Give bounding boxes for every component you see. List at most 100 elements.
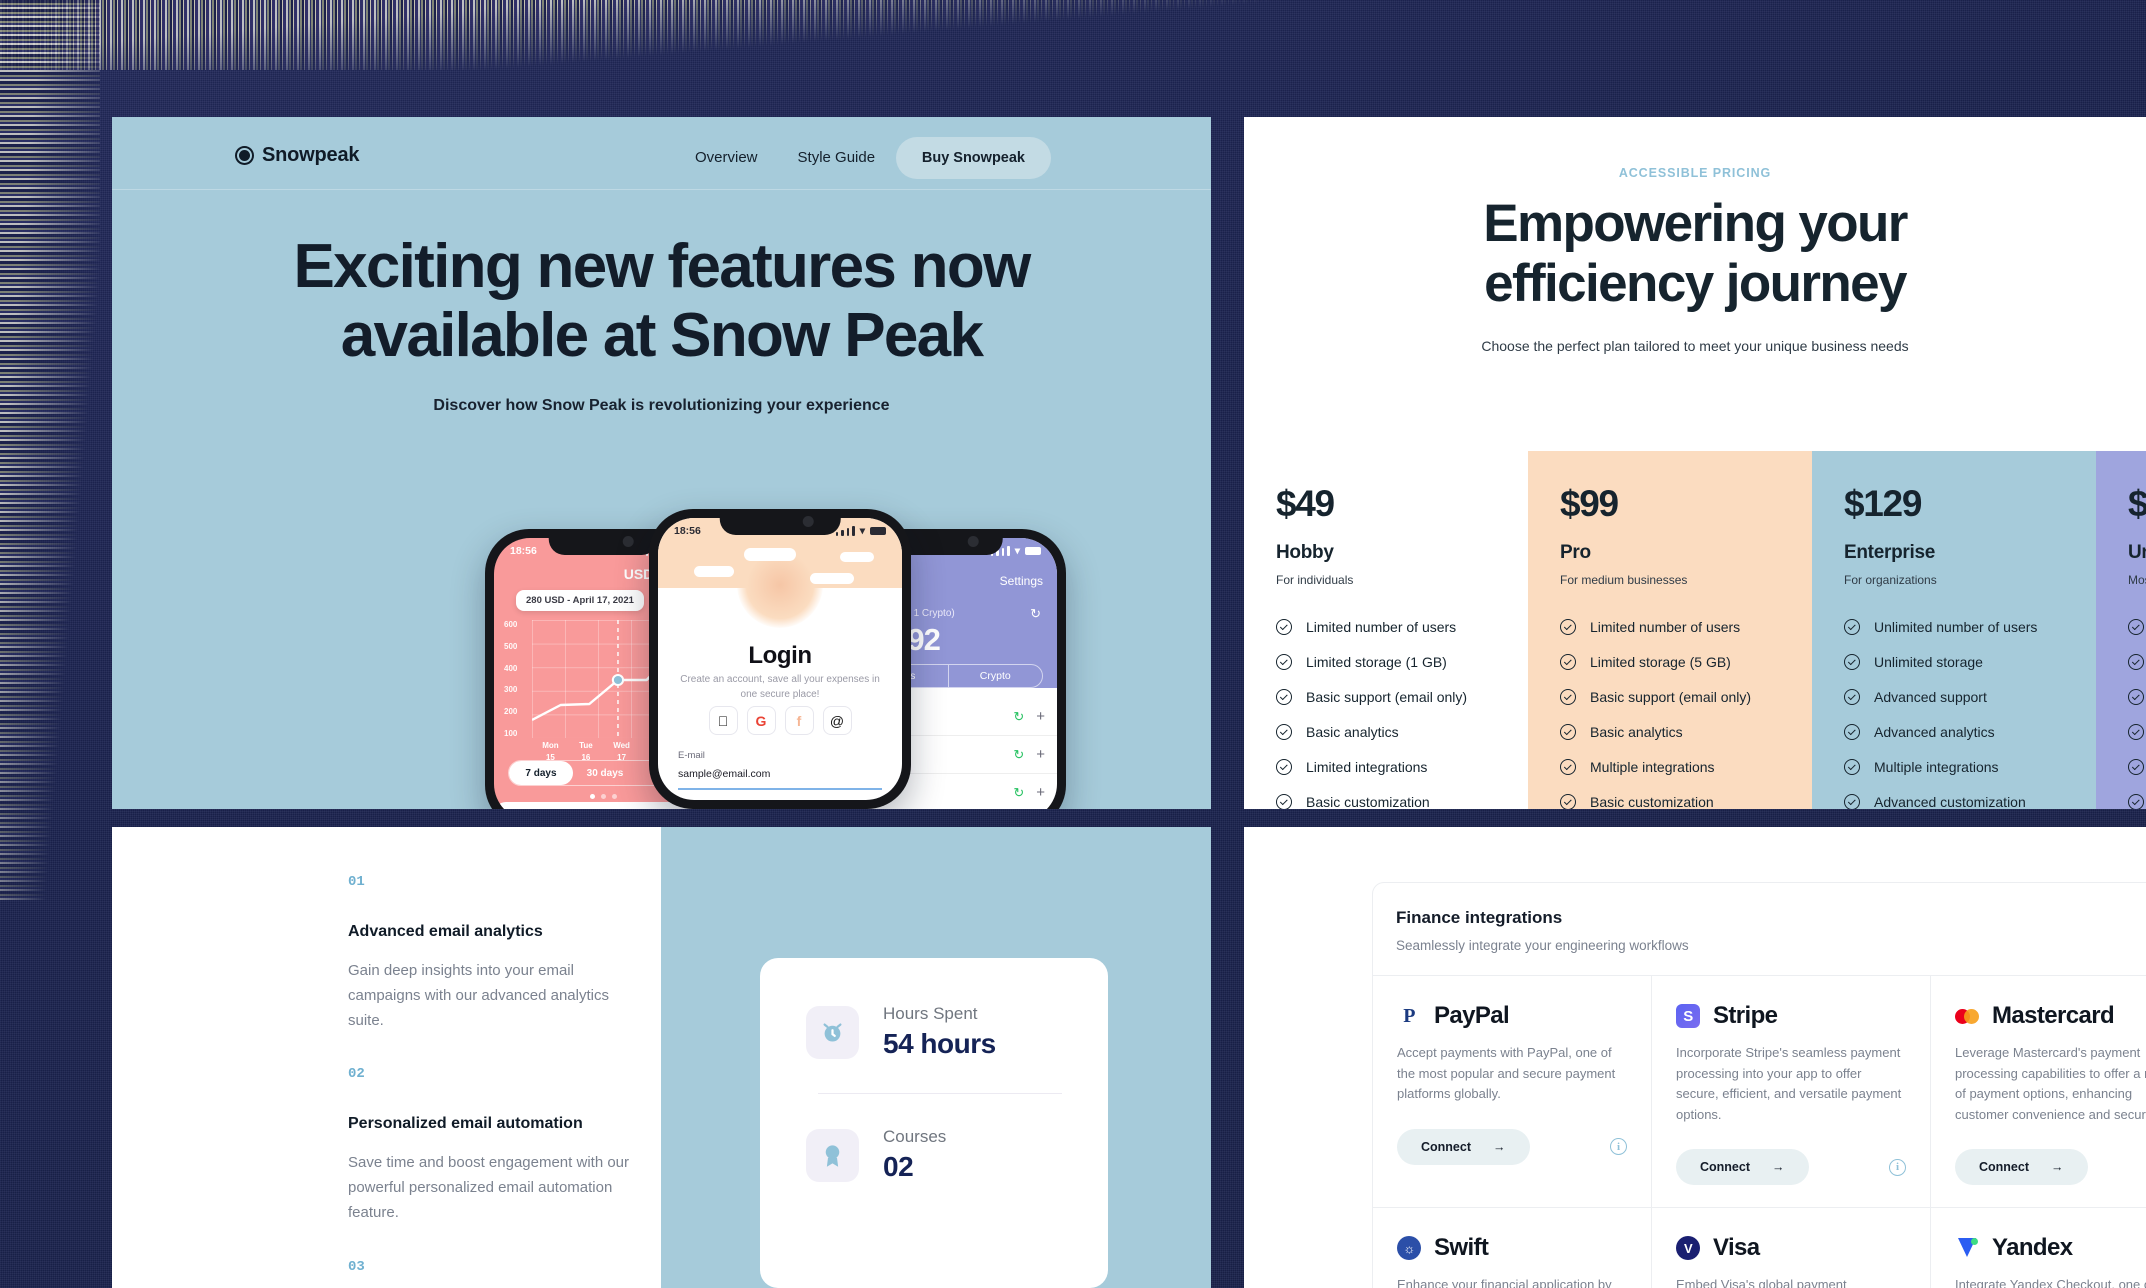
paypal-icon: P [1397,1004,1421,1028]
nav-item-overview[interactable]: Overview [695,149,758,166]
range-7-days[interactable]: 7 days [509,761,573,785]
plan-card-unlimited[interactable]: $299 Unlimited Most advanced Unlimited n… [2096,451,2146,809]
integration-actions: Connect → i [1676,1149,1906,1186]
y-tick: 300 [504,685,518,695]
plan-feature: Limited number of users [1560,619,1812,635]
email-icon[interactable]: @ [822,706,852,735]
check-circle-icon [1560,689,1576,705]
mastercard-icon [1955,1004,1979,1028]
wifi-icon: ▾ [859,525,865,537]
integration-card-stripe[interactable]: S Stripe Incorporate Stripe's seamless p… [1652,976,1931,1209]
integration-name: Yandex [1992,1234,2073,1262]
stats-divider [818,1093,1062,1094]
phone-mockup-center: 18:56 ▾ Login Create an account, save al… [649,509,911,809]
refresh-icon[interactable]: ↻ [1013,747,1024,763]
facebook-icon[interactable]: f [784,706,814,735]
plan-name: Hobby [1276,542,1334,563]
feature-title: Advanced email analytics [348,923,543,940]
check-circle-icon [2128,794,2144,809]
award-badge-icon [806,1128,859,1182]
check-circle-icon [2128,689,2144,705]
integration-name-row: S Stripe [1676,1002,1906,1030]
cloud-icon [840,552,874,562]
integration-card-yandex[interactable]: Yandex Integrate Yandex Checkout, one of [1931,1208,2146,1288]
snowflake-icon [239,150,250,161]
yandex-icon [1955,1236,1979,1260]
integration-name: Stripe [1713,1002,1778,1029]
plan-audience: For medium businesses [1560,573,1688,587]
range-30-days[interactable]: 30 days [573,768,637,779]
phone-center-time: 18:56 [674,525,701,537]
plan-feature: Advanced customization [1844,794,2096,809]
check-circle-icon [1276,654,1292,670]
tab-crypto[interactable]: Crypto [949,665,1043,687]
hero-headline-line1: Exciting new features now [293,232,1031,301]
settings-link[interactable]: Settings [1000,574,1043,588]
arrow-right-icon: → [1772,1160,1785,1175]
visa-icon: V [1676,1236,1700,1261]
integration-card-visa[interactable]: V Visa Embed Visa's global payment [1652,1208,1931,1288]
brand-name: Snowpeak [262,144,360,166]
connect-button[interactable]: Connect → [1397,1128,1530,1165]
plan-price: $49 [1276,483,1335,524]
y-tick: 100 [504,728,518,738]
plan-audience: For individuals [1276,573,1354,587]
phone-notch [548,529,658,555]
integration-card-mastercard[interactable]: Mastercard Leverage Mastercard's payment… [1931,976,2146,1209]
signal-icon [835,526,855,536]
refresh-icon[interactable]: ↻ [1013,709,1024,725]
check-circle-icon [1560,759,1576,775]
check-circle-icon [1276,689,1292,705]
email-field[interactable]: sample@email.com [678,768,770,780]
integration-description: Embed Visa's global payment [1676,1277,1847,1288]
cloud-icon [694,566,734,577]
plan-card-pro[interactable]: $99 Pro For medium businesses Limited nu… [1528,451,1812,809]
stats-column: Hours Spent 54 hours Courses 02 [661,827,1211,1288]
integration-description: Accept payments with PayPal, one of the … [1397,1045,1616,1102]
chart-y-axis: 600 500 400 300 200 100 [504,620,530,738]
plan-card-hobby[interactable]: $49 Hobby For individuals Limited number… [1244,451,1528,809]
integration-card-paypal[interactable]: P PayPal Accept payments with PayPal, on… [1373,976,1652,1209]
pricing-headline: Empowering your efficiency journey [1244,194,2146,314]
cloud-icon [744,548,796,561]
brand-logo[interactable]: Snowpeak [239,144,360,167]
plan-audience: For organizations [1844,573,1937,587]
email-label: E-mail [678,750,705,761]
plan-feature: Basic customization [1560,794,1812,809]
phone-left-time: 18:56 [510,545,537,557]
integration-name-row: Mastercard [1955,1002,2146,1030]
plan-feature: Limited storage (5 GB) [1560,654,1812,670]
integration-name: PayPal [1434,1002,1510,1029]
pricing-panel: ACCESSIBLE PRICING Empowering your effic… [1244,117,2146,809]
apple-icon[interactable]:  [708,706,738,735]
connect-button[interactable]: Connect → [1676,1149,1809,1186]
add-icon[interactable]: + [1036,746,1045,763]
stripe-icon: S [1676,1004,1700,1028]
nav-item-style-guide[interactable]: Style Guide [798,149,876,166]
info-icon[interactable]: i [1610,1138,1627,1156]
stats-card: Hours Spent 54 hours Courses 02 [760,958,1108,1288]
plan-features: Unlimited number of users Unlimited stor… [2128,619,2146,809]
buy-snowpeak-button[interactable]: Buy Snowpeak [895,137,1051,179]
integration-card-swift[interactable]: ☼ Swift Enhance your financial applicati… [1373,1208,1652,1288]
check-circle-icon [2128,654,2144,670]
google-icon[interactable]: G [746,706,776,735]
info-icon[interactable]: i [1889,1158,1906,1176]
noise-artifact-top [0,0,1290,70]
y-tick: 600 [504,620,518,629]
add-icon[interactable]: + [1036,708,1045,725]
plan-card-enterprise[interactable]: $129 Enterprise For organizations Unlimi… [1812,451,2096,809]
navbar: Snowpeak Overview Style Guide Buy Snowpe… [112,117,1211,190]
connect-button[interactable]: Connect → [1955,1149,2088,1186]
integration-name-row: V Visa [1676,1234,1906,1262]
plan-features: Limited number of users Limited storage … [1560,619,1812,809]
refresh-icon[interactable]: ↻ [1030,606,1041,622]
plan-feature: Unlimited number of users [2128,619,2146,635]
navbar-divider [112,189,1211,190]
refresh-icon[interactable]: ↻ [1013,785,1024,801]
wifi-icon: ▾ [1014,545,1020,557]
check-circle-icon [1844,654,1860,670]
integrations-subtitle: Seamlessly integrate your engineering wo… [1396,938,1689,953]
phone-center-screen: 18:56 ▾ Login Create an account, save al… [658,518,902,800]
add-icon[interactable]: + [1036,784,1045,801]
